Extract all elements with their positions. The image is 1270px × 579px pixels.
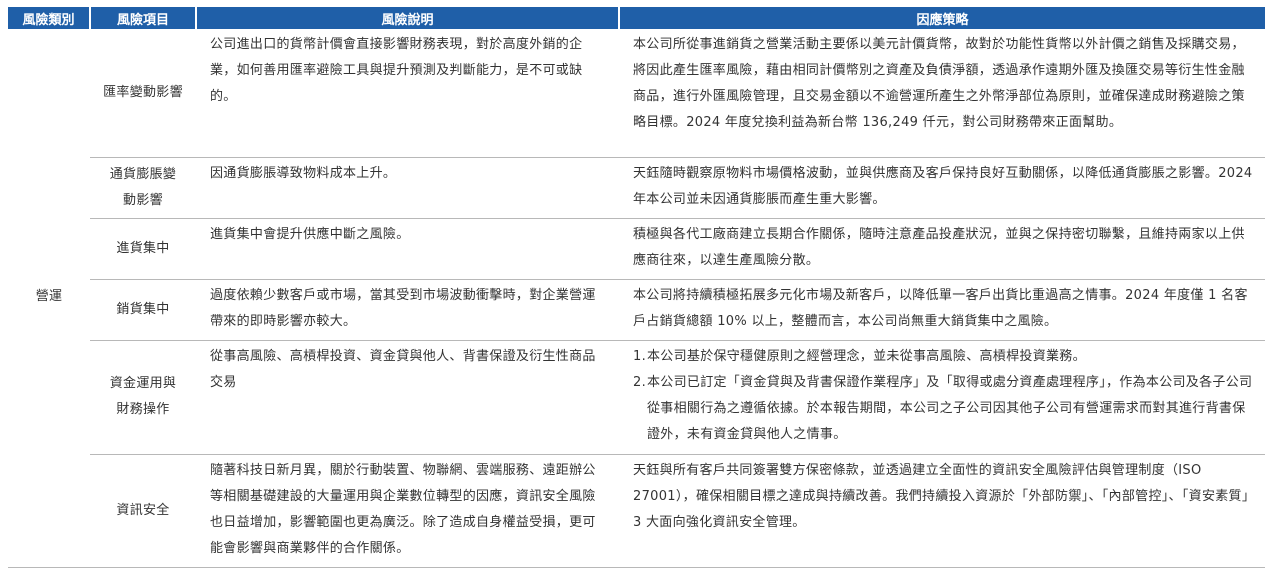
list-text: 本公司已訂定「資金貸與及背書保證作業程序」及「取得或處分資產處理程序」，作為本公…: [647, 374, 1253, 442]
table-header-row: 風險類別 風險項目 風險說明 因應策略: [8, 7, 1265, 29]
header-risk-category: 風險類別: [8, 7, 91, 29]
risk-item: 通貨膨脹變動影響: [90, 157, 196, 219]
header-risk-item: 風險項目: [90, 7, 197, 29]
risk-description: 過度依賴少數客戶或市場，當其受到市場波動衝擊時，對企業營運帶來的即時影響亦較大。: [196, 279, 619, 341]
table-row: 營運 匯率變動影響 公司進出口的貨幣計價會直接影響財務表現，對於高度外銷的企業，…: [8, 29, 1265, 568]
response-strategy-list: 1.本公司基於保守穩健原則之經營理念，並未從事高風險、高槓桿投資業務。 2.本公…: [619, 340, 1265, 455]
response-strategy: 本公司所從事進銷貨之營業活動主要係以美元計價貨幣，故對於功能性貨幣以外計價之銷售…: [619, 29, 1265, 158]
risk-table: 風險類別 風險項目 風險說明 因應策略 營運 匯率變動影響 公司進出口的貨幣計價…: [8, 7, 1265, 568]
list-text: 本公司基於保守穩健原則之經營理念，並未從事高風險、高槓桿投資業務。: [647, 348, 1086, 364]
risk-item: 銷貨集中: [90, 279, 196, 341]
list-number: 2.: [633, 374, 647, 390]
risk-item: 匯率變動影響: [90, 29, 196, 158]
strategy-list-item: 2.本公司已訂定「資金貸與及背書保證作業程序」及「取得或處分資產處理程序」，作為…: [633, 370, 1257, 448]
header-risk-description: 風險說明: [196, 7, 620, 29]
risk-description: 隨著科技日新月異，關於行動裝置、物聯網、雲端服務、遠距辦公等相關基礎建設的大量運…: [196, 454, 619, 568]
table-row: 資訊安全 隨著科技日新月異，關於行動裝置、物聯網、雲端服務、遠距辦公等相關基礎建…: [8, 454, 1265, 568]
table-row: 進貨集中 進貨集中會提升供應中斷之風險。 積極與各代工廠商建立長期合作關係，隨時…: [8, 218, 1265, 280]
risk-description: 進貨集中會提升供應中斷之風險。: [196, 218, 619, 280]
table-row: 銷貨集中 過度依賴少數客戶或市場，當其受到市場波動衝擊時，對企業營運帶來的即時影…: [8, 279, 1265, 341]
risk-item: 資金運用與財務操作: [90, 340, 196, 455]
list-number: 1.: [633, 348, 647, 364]
risk-description: 從事高風險、高槓桿投資、資金貸與他人、背書保證及衍生性商品交易: [196, 340, 619, 455]
response-strategy: 天鈺與所有客戶共同簽署雙方保密條款，並透過建立全面性的資訊安全風險評估與管理制度…: [619, 454, 1265, 568]
table-row: 通貨膨脹變動影響 因通貨膨脹導致物料成本上升。 天鈺隨時觀察原物料市場價格波動，…: [8, 157, 1265, 219]
strategy-list-item: 1.本公司基於保守穩健原則之經營理念，並未從事高風險、高槓桿投資業務。: [633, 344, 1257, 370]
response-strategy: 天鈺隨時觀察原物料市場價格波動，並與供應商及客戶保持良好互動關係，以降低通貨膨脹…: [619, 157, 1265, 219]
header-response-strategy: 因應策略: [619, 7, 1265, 29]
response-strategy: 本公司將持續積極拓展多元化市場及新客戶，以降低單一客戶出貨比重過高之情事。202…: [619, 279, 1265, 341]
risk-item: 進貨集中: [90, 218, 196, 280]
risk-item: 資訊安全: [90, 454, 196, 568]
risk-category-cell: 營運: [8, 29, 90, 568]
response-strategy: 積極與各代工廠商建立長期合作關係，隨時注意產品投產狀況，並與之保持密切聯繫，且維…: [619, 218, 1265, 280]
risk-description: 因通貨膨脹導致物料成本上升。: [196, 157, 619, 219]
table-row: 資金運用與財務操作 從事高風險、高槓桿投資、資金貸與他人、背書保證及衍生性商品交…: [8, 340, 1265, 455]
risk-description: 公司進出口的貨幣計價會直接影響財務表現，對於高度外銷的企業，如何善用匯率避險工具…: [196, 29, 619, 158]
